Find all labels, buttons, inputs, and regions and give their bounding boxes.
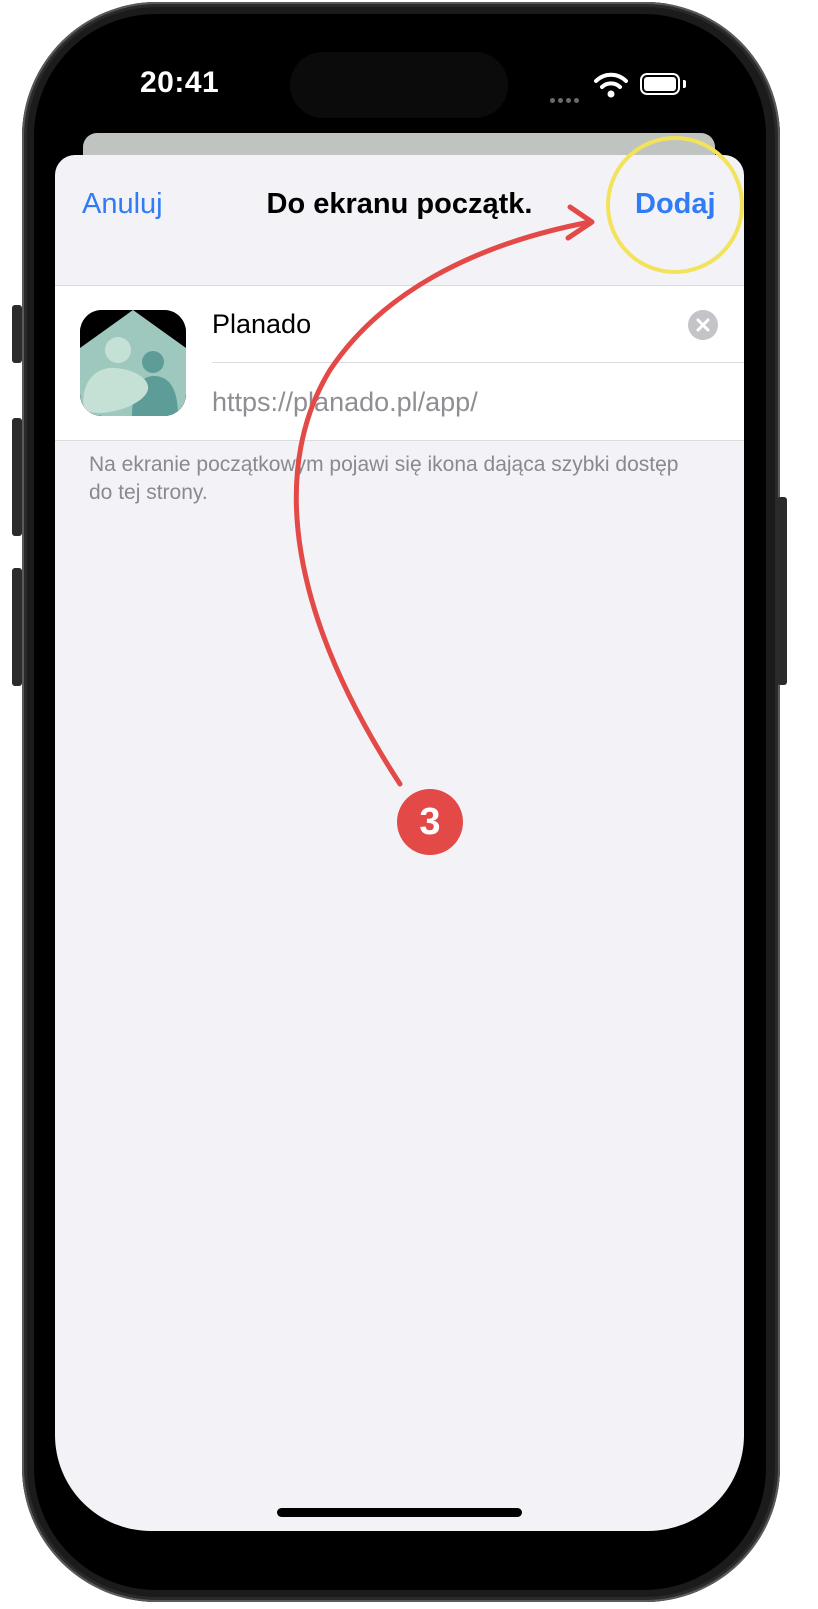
footnote-text: Na ekranie początkowym pojawi się ikona … [89, 453, 679, 504]
side-button-silent [12, 305, 22, 363]
side-button-volume-down [12, 568, 22, 686]
name-field[interactable]: Planado [212, 309, 311, 340]
battery-icon [640, 73, 680, 95]
add-to-home-screen-sheet: Anuluj Do ekranu początk. Dodaj Planado … [55, 155, 744, 1531]
wifi-icon [594, 72, 628, 103]
side-button-volume-up [12, 418, 22, 536]
home-indicator[interactable] [277, 1508, 522, 1517]
dynamic-island [290, 52, 508, 118]
bookmark-form-card: Planado https://planado.pl/app/ [55, 285, 744, 441]
side-button-power [777, 497, 787, 685]
add-button[interactable]: Dodaj [635, 188, 716, 221]
url-field: https://planado.pl/app/ [212, 387, 478, 417]
clear-icon[interactable] [688, 310, 718, 340]
app-icon [80, 310, 186, 416]
signal-icon [550, 90, 582, 108]
step-badge: 3 [397, 789, 463, 855]
field-divider [212, 362, 744, 363]
status-time: 20:41 [140, 66, 220, 99]
battery-tip [683, 80, 686, 88]
